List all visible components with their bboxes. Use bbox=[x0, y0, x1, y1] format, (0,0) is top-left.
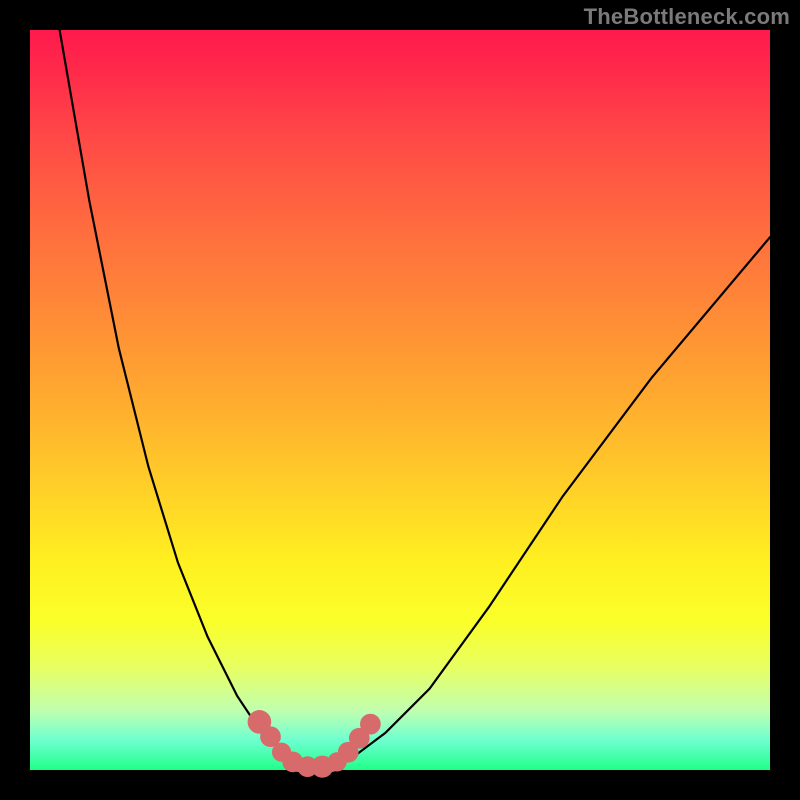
right-curve bbox=[333, 237, 770, 765]
chart-frame: TheBottleneck.com bbox=[0, 0, 800, 800]
left-curve bbox=[60, 30, 304, 766]
watermark-text: TheBottleneck.com bbox=[584, 4, 790, 30]
curve-markers bbox=[248, 710, 381, 778]
curves-layer bbox=[30, 30, 770, 770]
curve-marker bbox=[360, 714, 381, 735]
